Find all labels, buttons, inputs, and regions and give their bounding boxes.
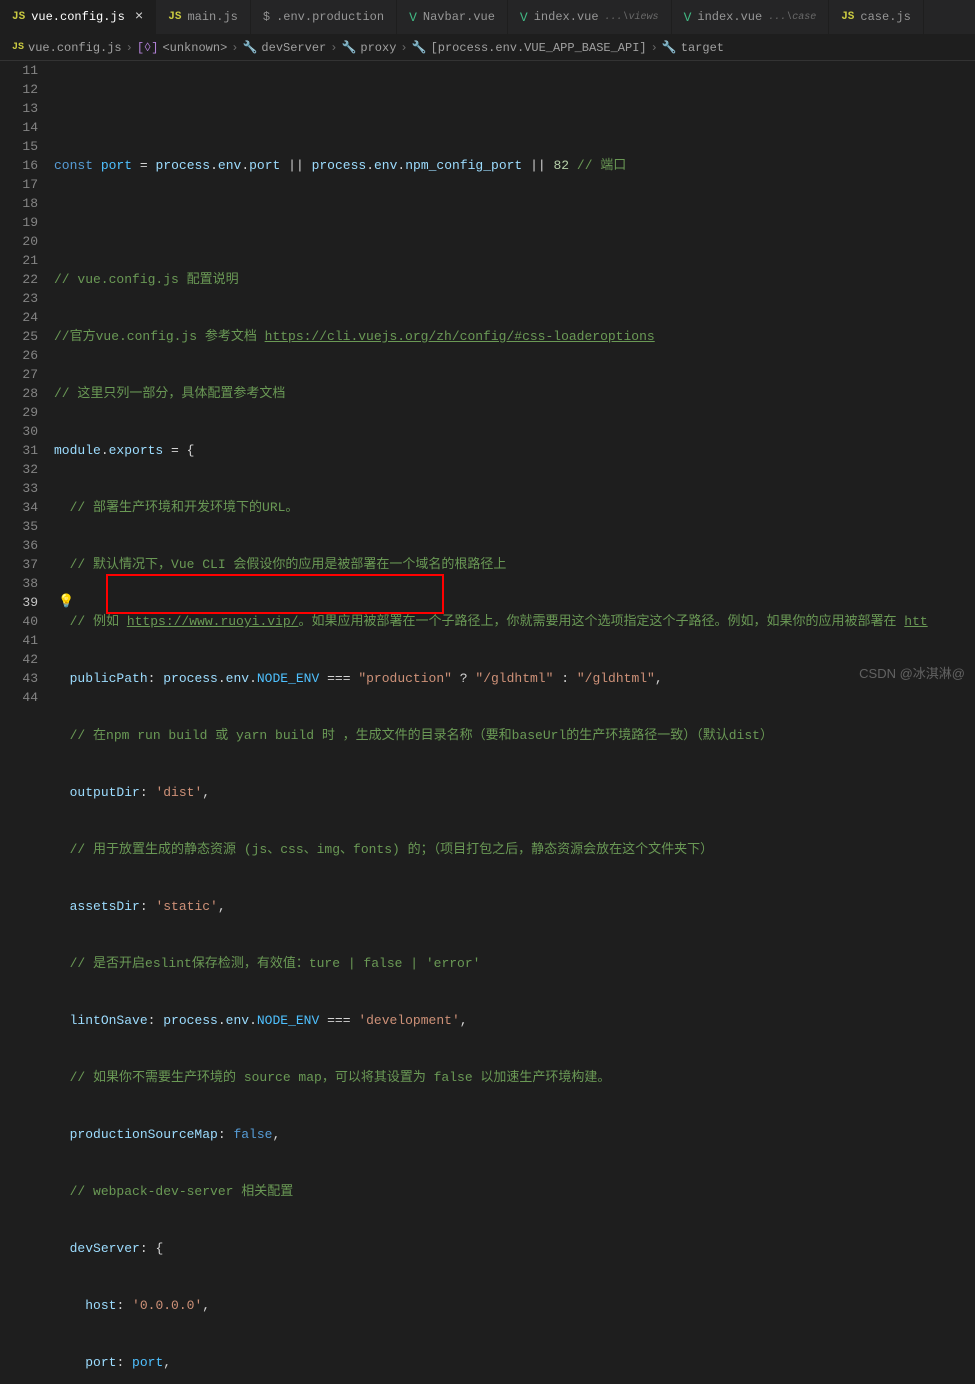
tab-index-case[interactable]: V index.vue ...\case: [672, 0, 830, 34]
wrench-icon: 🔧: [242, 40, 257, 55]
breadcrumb-item[interactable]: devServer: [261, 41, 326, 55]
tab-label: index.vue: [534, 10, 599, 24]
watermark: CSDN @冰淇淋@: [859, 663, 965, 682]
wrench-icon: 🔧: [341, 40, 356, 55]
lightbulb-icon[interactable]: 💡: [58, 594, 74, 609]
tab-label: index.vue: [697, 10, 762, 24]
breadcrumb-item[interactable]: target: [681, 41, 724, 55]
breadcrumb-item[interactable]: <unknown>: [162, 41, 227, 55]
chevron-right-icon: ›: [400, 41, 407, 55]
vue-icon: V: [520, 10, 528, 25]
tab-case[interactable]: JS case.js: [829, 0, 924, 34]
chevron-right-icon: ›: [651, 41, 658, 55]
tab-vue-config[interactable]: JS vue.config.js ×: [0, 0, 156, 34]
chevron-right-icon: ›: [126, 41, 133, 55]
symbol-icon: [◊]: [137, 41, 159, 55]
tab-folder: ...\case: [768, 12, 816, 23]
tab-main[interactable]: JS main.js: [156, 0, 251, 34]
editor-area: 1112131415161718192021222324252627282930…: [0, 61, 975, 692]
js-icon: JS: [12, 11, 25, 23]
vue-icon: V: [684, 10, 692, 25]
breadcrumb-item[interactable]: [process.env.VUE_APP_BASE_API]: [431, 41, 647, 55]
highlight-box: [106, 574, 444, 614]
tab-env[interactable]: $ .env.production: [251, 0, 397, 34]
editor-tabs: JS vue.config.js × JS main.js $ .env.pro…: [0, 0, 975, 35]
js-icon: JS: [168, 11, 181, 23]
line-gutter: 1112131415161718192021222324252627282930…: [0, 61, 50, 692]
breadcrumb: JS vue.config.js › [◊] <unknown> › 🔧 dev…: [0, 35, 975, 61]
wrench-icon: 🔧: [412, 40, 427, 55]
env-icon: $: [263, 10, 270, 24]
tab-folder: ...\views: [605, 12, 659, 23]
tab-label: main.js: [187, 10, 237, 24]
vue-icon: V: [409, 10, 417, 25]
tab-label: vue.config.js: [31, 10, 125, 24]
tab-label: case.js: [860, 10, 910, 24]
breadcrumb-item[interactable]: vue.config.js: [28, 41, 122, 55]
chevron-right-icon: ›: [231, 41, 238, 55]
chevron-right-icon: ›: [330, 41, 337, 55]
js-icon: JS: [12, 42, 24, 53]
wrench-icon: 🔧: [662, 40, 677, 55]
js-icon: JS: [841, 11, 854, 23]
tab-index-views[interactable]: V index.vue ...\views: [508, 0, 672, 34]
code-content[interactable]: const port = process.env.port || process…: [50, 61, 975, 692]
tab-label: .env.production: [276, 10, 384, 24]
breadcrumb-item[interactable]: proxy: [360, 41, 396, 55]
tab-navbar[interactable]: V Navbar.vue: [397, 0, 508, 34]
close-icon[interactable]: ×: [135, 9, 143, 25]
tab-label: Navbar.vue: [423, 10, 495, 24]
